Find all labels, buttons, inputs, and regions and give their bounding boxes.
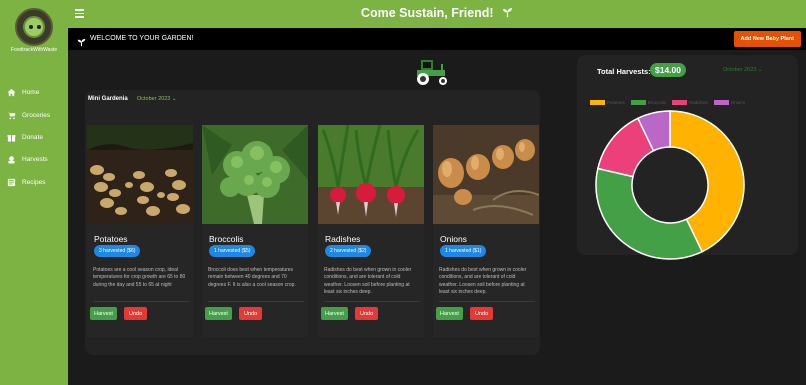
home-icon (7, 88, 16, 97)
legend-item[interactable]: Broccolis (630, 100, 667, 105)
sidebar-item-label: Groceries (22, 111, 51, 119)
chevron-down-icon: ⌄ (171, 96, 177, 102)
undo-button[interactable]: Undo (470, 307, 494, 320)
harvest-count-badge: 1 harvested ($5) (209, 245, 256, 257)
garden-month-dropdown[interactable]: October 2023 ⌄ (137, 96, 176, 102)
plant-description: Potatoes are a cool season crop, ideal t… (93, 267, 186, 288)
avatar-eye (29, 25, 33, 29)
harvest-count-badge: 3 harvested ($6) (94, 245, 141, 257)
plant-title: Potatoes (94, 234, 128, 244)
harvest-button[interactable]: Harvest (436, 307, 463, 320)
welcome-bar: WELCOME TO YOUR GARDEN! Add New Baby Pla… (68, 28, 806, 50)
app-title: Come Sustain, Friend! (360, 6, 494, 20)
plant-card-broccolis: Broccolis 1 harvested ($5) Broccoli does… (202, 125, 308, 337)
garden-month-value: October 2023 (137, 96, 171, 102)
plant-description: Broccoli does best when temperatures rem… (208, 267, 296, 288)
legend-item[interactable]: Potatoes (590, 100, 625, 105)
harvest-count-badge: 1 harvested ($1) (440, 245, 487, 257)
avatar-face-icon (23, 16, 45, 38)
radishes-image (318, 125, 424, 224)
chart-legend: Potatoes Broccolis Radishes Onions (590, 100, 745, 105)
avatar[interactable] (15, 8, 53, 46)
legend-item[interactable]: Radishes (672, 100, 708, 105)
divider (208, 301, 304, 302)
cart-icon (7, 111, 16, 120)
sidebar-item-recipes[interactable]: Recipes (0, 173, 68, 191)
sidebar-item-donate[interactable]: Donate (0, 128, 68, 146)
welcome-text: WELCOME TO YOUR GARDEN! (90, 35, 194, 42)
legend-label: Radishes (689, 100, 708, 105)
legend-label: Onions (730, 100, 746, 105)
sidebar-item-label: Home (22, 88, 40, 96)
legend-item[interactable]: Onions (713, 100, 746, 105)
divider (93, 301, 189, 302)
onions-image (433, 125, 539, 224)
sidebar: FoodtrackWithWaste Home Groceries Donate… (0, 0, 68, 385)
sprout-icon (502, 7, 513, 21)
garden-name: Mini Gardenia (88, 96, 128, 102)
sidebar-item-label: Harvests (22, 155, 48, 163)
harvest-button[interactable]: Harvest (205, 307, 232, 320)
plant-title: Onions (440, 234, 467, 244)
chart-month-value: October 2023 (723, 67, 757, 73)
legend-label: Potatoes (607, 100, 625, 105)
broccolis-image (202, 125, 308, 224)
plant-card-potatoes: Potatoes 3 harvested ($6) Potatoes are a… (87, 125, 193, 337)
legend-swatch (672, 100, 688, 105)
harvest-donut-chart (595, 110, 745, 260)
top-bar: Come Sustain, Friend! (68, 0, 806, 28)
undo-button[interactable]: Undo (239, 307, 263, 320)
divider (439, 301, 535, 302)
app-title-container: Come Sustain, Friend! (68, 6, 806, 21)
chevron-down-icon: ⌄ (757, 67, 763, 73)
undo-button[interactable]: Undo (124, 307, 148, 320)
potatoes-image (87, 125, 193, 224)
main-content: Mini Gardenia October 2023 ⌄ Potatoes 3 … (68, 50, 806, 385)
avatar-eye (37, 25, 41, 29)
sidebar-item-groceries[interactable]: Groceries (0, 106, 68, 124)
recipes-icon (7, 178, 16, 187)
sprout-icon (77, 34, 86, 47)
harvest-count-badge: 2 harvested ($2) (325, 245, 372, 257)
sidebar-item-label: Donate (22, 133, 43, 141)
legend-label: Broccolis (647, 100, 667, 105)
legend-swatch (630, 100, 646, 105)
garden-panel: Mini Gardenia October 2023 ⌄ Potatoes 3 … (85, 90, 540, 355)
add-new-plant-button[interactable]: Add New Baby Plant (733, 31, 801, 47)
total-harvests-value: $14.00 (650, 63, 686, 77)
plant-card-onions: Onions 1 harvested ($1) Radishes do best… (433, 125, 539, 337)
plant-description: Radishes do best when grown in cooler co… (324, 267, 412, 295)
brand-name: FoodtrackWithWaste (10, 47, 58, 53)
total-harvests-label: Total Harvests: (597, 67, 651, 76)
tractor-icon (413, 56, 451, 91)
harvest-chart-panel: Total Harvests: $14.00 October 2023 ⌄ Po… (577, 55, 798, 260)
harvest-icon (7, 155, 16, 164)
sidebar-item-label: Recipes (22, 178, 46, 186)
gift-icon (7, 133, 16, 142)
harvest-button[interactable]: Harvest (90, 307, 117, 320)
harvest-button[interactable]: Harvest (321, 307, 348, 320)
donut-slice-broccolis[interactable] (595, 167, 704, 260)
app-root: FoodtrackWithWaste Home Groceries Donate… (0, 0, 806, 385)
plant-title: Radishes (325, 234, 361, 244)
plant-description: Radishes do best when grown in cooler co… (439, 267, 527, 295)
undo-button[interactable]: Undo (355, 307, 379, 320)
divider (324, 301, 420, 302)
plant-title: Broccolis (209, 234, 244, 244)
legend-swatch (713, 100, 729, 105)
sidebar-item-home[interactable]: Home (0, 83, 68, 101)
plant-card-radishes: Radishes 2 harvested ($2) Radishes do be… (318, 125, 424, 337)
sidebar-item-harvests[interactable]: Harvests (0, 150, 68, 168)
legend-swatch (590, 100, 605, 105)
chart-month-dropdown[interactable]: October 2023 ⌄ (723, 67, 762, 73)
